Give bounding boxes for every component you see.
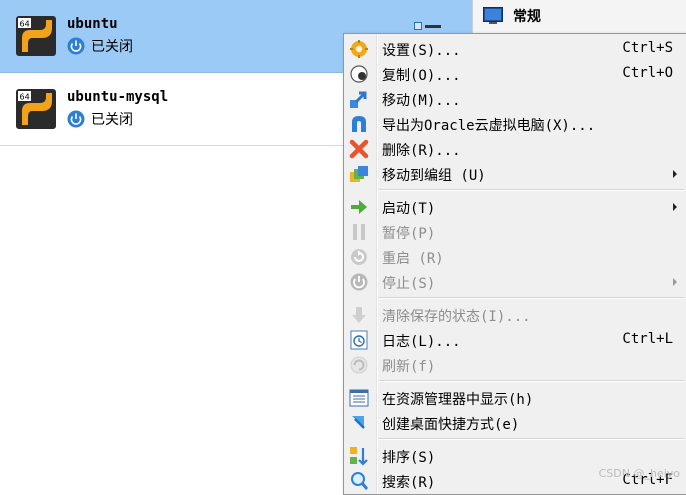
menu-shortcut: Ctrl+O [622, 65, 673, 81]
menu-label: 导出为Oracle云虚拟电脑(X)... [382, 118, 596, 134]
menu-label: 移动(M)... [382, 93, 461, 109]
sort-icon [350, 447, 368, 466]
menu-label: 刷新(f) [382, 359, 436, 375]
menu-item-remove[interactable]: 删除(R)... [344, 137, 686, 161]
vm-status-label: 已关闭 [91, 112, 133, 128]
pause-icon [353, 224, 365, 240]
menu-item-settings[interactable]: 设置(S)... Ctrl+S [344, 37, 686, 61]
menu-item-sort[interactable]: 排序(S) [344, 444, 686, 468]
menu-label: 日志(L)... [382, 334, 461, 350]
start-arrow-icon [351, 200, 367, 214]
watermark: CSDN @_heiyo [598, 467, 680, 480]
vm-name: ubuntu [67, 16, 118, 32]
menu-label: 排序(S) [382, 450, 436, 466]
gear-icon [350, 40, 368, 58]
vm-context-menu: 设置(S)... Ctrl+S 复制(O)... Ctrl+O 移动(M)...… [343, 33, 686, 495]
details-title: 常规 [513, 9, 541, 25]
search-icon [351, 472, 369, 490]
menu-item-reset[interactable]: 重启 (R) [344, 245, 686, 269]
menu-item-log[interactable]: 日志(L)... Ctrl+L [344, 328, 686, 352]
clone-sheep-icon [350, 65, 368, 83]
submenu-arrow-icon [673, 278, 677, 286]
svg-text:64: 64 [20, 93, 30, 102]
menu-label: 搜索(R) [382, 475, 436, 491]
power-off-icon [67, 110, 85, 128]
menu-shortcut: Ctrl+L [622, 331, 673, 347]
power-icon [350, 273, 368, 291]
group-icon [350, 166, 368, 182]
explorer-window-icon [349, 389, 369, 407]
delete-x-icon [349, 139, 369, 159]
menu-label: 停止(S) [382, 276, 436, 292]
submenu-arrow-icon [673, 203, 677, 211]
menu-item-export-oci[interactable]: 导出为Oracle云虚拟电脑(X)... [344, 112, 686, 136]
vm-name: ubuntu-mysql [67, 89, 169, 105]
menu-label: 启动(T) [382, 201, 436, 217]
menu-label: 复制(O)... [382, 68, 461, 84]
menu-label: 清除保存的状态(I)... [382, 309, 531, 325]
menu-label: 删除(R)... [382, 143, 461, 159]
log-icon [350, 330, 368, 350]
ubuntu-64-logo-icon: 64 [16, 89, 56, 129]
menu-item-clone[interactable]: 复制(O)... Ctrl+O [344, 62, 686, 86]
vm-tools-indicator [414, 22, 441, 30]
menu-label: 移动到编组 (U) [382, 168, 486, 184]
menu-label: 创建桌面快捷方式(e) [382, 417, 520, 433]
menu-item-pause[interactable]: 暂停(P) [344, 220, 686, 244]
menu-shortcut: Ctrl+S [622, 40, 673, 56]
menu-item-discard-state[interactable]: 清除保存的状态(I)... [344, 303, 686, 327]
menu-item-start[interactable]: 启动(T) [344, 195, 686, 219]
vm-status-label: 已关闭 [91, 39, 133, 55]
monitor-icon [483, 7, 503, 24]
power-off-icon [67, 37, 85, 55]
vm-status: 已关闭 [67, 36, 133, 56]
refresh-icon [350, 356, 368, 374]
export-cloud-icon [352, 116, 366, 132]
menu-label: 在资源管理器中显示(h) [382, 392, 534, 408]
menu-item-move-to-group[interactable]: 移动到编组 (U) [344, 162, 686, 186]
menu-item-refresh[interactable]: 刷新(f) [344, 353, 686, 377]
reset-icon [351, 249, 367, 265]
vm-status: 已关闭 [67, 109, 133, 129]
menu-label: 重启 (R) [382, 251, 444, 267]
menu-label: 设置(S)... [382, 43, 461, 59]
menu-item-stop[interactable]: 停止(S) [344, 270, 686, 294]
move-arrow-icon [350, 91, 367, 108]
menu-item-create-shortcut[interactable]: 创建桌面快捷方式(e) [344, 411, 686, 435]
discard-down-arrow-icon [352, 307, 366, 323]
menu-item-show-in-explorer[interactable]: 在资源管理器中显示(h) [344, 386, 686, 410]
menu-label: 暂停(P) [382, 226, 436, 242]
ubuntu-64-logo-icon: 64 [16, 16, 56, 56]
submenu-arrow-icon [673, 170, 677, 178]
svg-text:64: 64 [20, 20, 30, 29]
menu-item-move[interactable]: 移动(M)... [344, 87, 686, 111]
details-section-general[interactable]: 常规 [483, 6, 541, 26]
shortcut-arrow-icon [352, 416, 365, 429]
